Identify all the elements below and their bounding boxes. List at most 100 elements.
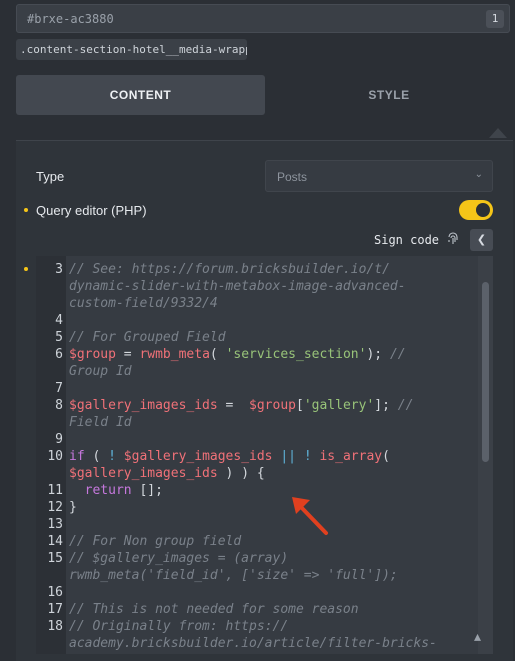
code-text: // This is not needed for some reason	[69, 601, 359, 618]
type-label: Type	[36, 169, 65, 184]
code-token: ];	[374, 398, 398, 413]
element-count-badge: 1	[486, 10, 504, 28]
code-token: }	[69, 500, 77, 515]
toggle-knob	[476, 203, 490, 217]
code-text: $group = rwmb_meta( 'services_section');…	[69, 346, 406, 363]
code-token: //	[397, 398, 414, 413]
code-token: $group	[249, 398, 296, 413]
code-text: $gallery_images_ids ) ) {	[69, 465, 265, 482]
code-token: ||	[280, 449, 296, 464]
line-number: 4	[55, 313, 63, 328]
code-text: academy.bricksbuilder.io/article/filter-…	[69, 635, 437, 652]
code-token: rwmb_meta('field_id', ['size' => 'full']…	[69, 568, 398, 583]
query-editor-label: Query editor (PHP)	[36, 203, 147, 218]
code-token: return	[84, 483, 132, 498]
code-token: custom-field/9332/4	[69, 296, 218, 311]
php-code-editor[interactable]: 3 // See: https://forum.bricksbuilder.io/…	[36, 256, 493, 654]
modified-indicator	[24, 208, 28, 212]
line-number: 12	[47, 500, 63, 515]
code-token: =	[115, 347, 140, 362]
line-number: 15	[47, 551, 63, 566]
editor-scrollbar-thumb[interactable]	[482, 282, 489, 462]
code-token: //	[389, 347, 406, 362]
code-text: }	[69, 499, 77, 516]
line-number: 9	[55, 432, 63, 447]
code-token: !	[303, 449, 312, 464]
code-token: Group Id	[69, 364, 132, 379]
tab-content[interactable]: CONTENT	[16, 75, 265, 115]
code-token: // For Grouped Field	[69, 330, 226, 345]
code-text: // Originally from: https://	[69, 618, 288, 635]
annotation-arrow-icon	[292, 497, 328, 535]
chevron-left-icon: ❮	[476, 234, 487, 246]
line-number: 16	[47, 585, 63, 600]
code-text: // $gallery_images = (array)	[69, 550, 288, 567]
code-text: Group Id	[69, 363, 132, 380]
fingerprint-icon[interactable]	[447, 232, 459, 246]
line-number: 10	[47, 449, 63, 464]
code-token: ) ) {	[217, 466, 265, 481]
code-text: if ( ! $gallery_images_ids || ! is_array…	[69, 448, 390, 465]
code-token: $gallery_images_ids	[69, 398, 218, 413]
resize-handle-icon[interactable]: ▴	[474, 628, 481, 645]
query-editor-toggle[interactable]	[459, 200, 493, 220]
chevron-down-icon: ⌄	[474, 169, 483, 180]
type-select-value: Posts	[277, 170, 308, 184]
code-token: // This is not needed for some reason	[69, 602, 359, 617]
code-token: $group	[69, 347, 116, 362]
line-number: 8	[55, 398, 63, 413]
code-token: [];	[131, 483, 163, 498]
code-token: rwmb_meta	[139, 347, 210, 362]
panel-pointer	[489, 128, 507, 138]
code-modified-indicator	[24, 267, 28, 271]
code-token: dynamic-slider-with-metabox-image-advanc…	[69, 279, 406, 294]
line-number: 11	[47, 483, 63, 498]
line-number: 18	[47, 619, 63, 634]
line-number: 5	[55, 330, 63, 345]
code-token: 'services_section'	[225, 347, 367, 362]
line-number: 7	[55, 381, 63, 396]
code-text: // For Grouped Field	[69, 329, 226, 346]
code-token: [	[296, 398, 304, 413]
code-text: // For Non group field	[69, 533, 241, 550]
code-text: custom-field/9332/4	[69, 295, 218, 312]
css-class-chip[interactable]: .content-section-hotel__media-wrapper	[16, 39, 247, 60]
line-number: 17	[47, 602, 63, 617]
code-token: is_array	[319, 449, 383, 464]
code-text: $gallery_images_ids = $group['gallery'];…	[69, 397, 413, 414]
code-token: // For Non group field	[69, 534, 242, 549]
code-token: academy.bricksbuilder.io/article/filter-…	[69, 636, 437, 651]
code-text: rwmb_meta('field_id', ['size' => 'full']…	[69, 567, 398, 584]
code-token: 'gallery'	[303, 398, 375, 413]
code-token: if	[69, 449, 85, 464]
code-token: (	[382, 449, 390, 464]
line-number: 6	[55, 347, 63, 362]
type-select[interactable]: Posts ⌄	[265, 160, 493, 192]
element-id-text: #brxe-ac3880	[27, 12, 114, 26]
line-number: 3	[55, 262, 63, 277]
sign-code-link[interactable]: Sign code	[374, 233, 439, 247]
code-token: (	[84, 449, 109, 464]
code-token: // Originally from: https://	[69, 619, 289, 634]
code-text: Field Id	[69, 414, 132, 431]
code-token: =	[217, 398, 250, 413]
code-text: dynamic-slider-with-metabox-image-advanc…	[69, 278, 406, 295]
code-token: $gallery_images_ids	[69, 466, 218, 481]
code-text: // See: https://forum.bricksbuilder.io/t…	[69, 261, 390, 278]
code-token: !	[108, 449, 116, 464]
code-token: (	[209, 347, 226, 362]
tab-style[interactable]: STYLE	[265, 75, 513, 115]
code-token: Field Id	[69, 415, 132, 430]
code-text: return [];	[69, 482, 163, 499]
line-number: 13	[47, 517, 63, 532]
collapse-editor-button[interactable]: ❮	[470, 229, 493, 251]
code-token: // $gallery_images = (array)	[69, 551, 289, 566]
code-token: );	[366, 347, 390, 362]
code-token: $gallery_images_ids	[123, 449, 273, 464]
line-number: 14	[47, 534, 63, 549]
element-id-field[interactable]: #brxe-ac3880 1	[16, 4, 510, 33]
code-token: // See: https://forum.bricksbuilder.io/t…	[69, 262, 390, 277]
